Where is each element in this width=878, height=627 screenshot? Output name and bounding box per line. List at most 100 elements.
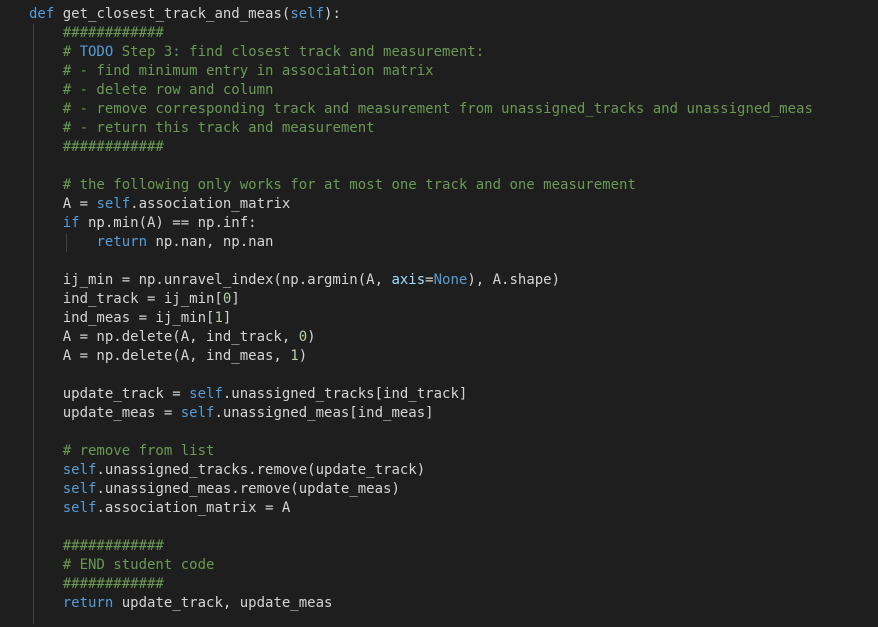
code-token: # - remove corresponding track and measu…: [62, 101, 813, 117]
code-line[interactable]: [0, 423, 878, 442]
code-line[interactable]: # - find minimum entry in association ma…: [0, 62, 878, 81]
code-token: self: [62, 462, 97, 478]
code-token: # END student code: [62, 557, 215, 573]
code-line[interactable]: A = np.delete(A, ind_meas, 1): [0, 347, 878, 366]
code-line[interactable]: [0, 518, 878, 537]
code-token: .association_matrix: [130, 196, 291, 212]
code-token: update_track =: [29, 386, 190, 402]
code-token: .unassigned_meas.remove(update_meas): [96, 481, 400, 497]
code-line[interactable]: # - delete row and column: [0, 81, 878, 100]
code-line[interactable]: # END student code: [0, 556, 878, 575]
code-token: axis: [391, 272, 426, 288]
code-line[interactable]: # TODO Step 3: find closest track and me…: [0, 43, 878, 62]
code-line[interactable]: update_track = self.unassigned_tracks[in…: [0, 385, 878, 404]
code-token: ]: [231, 291, 240, 307]
code-token: def: [29, 6, 55, 22]
code-line[interactable]: A = np.delete(A, ind_track, 0): [0, 328, 878, 347]
code-token: ): [307, 329, 316, 345]
code-token: ij_min = np.unravel_index(np.argmin(A,: [29, 272, 392, 288]
code-line[interactable]: [0, 366, 878, 385]
code-token: ]: [222, 310, 232, 326]
code-token: ind_track = ij_min[: [29, 291, 223, 307]
code-line[interactable]: update_meas = self.unassigned_meas[ind_m…: [0, 404, 878, 423]
code-token: self: [62, 500, 97, 516]
code-token: .unassigned_tracks[ind_track]: [222, 386, 468, 402]
code-line[interactable]: ind_track = ij_min[0]: [0, 290, 878, 309]
code-line[interactable]: # - remove corresponding track and measu…: [0, 100, 878, 119]
code-line[interactable]: ind_meas = ij_min[1]: [0, 309, 878, 328]
code-line[interactable]: # - return this track and measurement: [0, 119, 878, 138]
code-token: None: [433, 272, 468, 288]
code-token: return: [62, 595, 114, 611]
code-token: #: [62, 44, 80, 60]
code-line[interactable]: ############: [0, 24, 878, 43]
code-token: Step 3: find closest track and measureme…: [113, 44, 485, 60]
code-line[interactable]: [0, 157, 878, 176]
code-token: 0: [298, 329, 308, 345]
code-token: ############: [62, 25, 164, 41]
code-token: 1: [214, 310, 223, 326]
code-token: if: [62, 215, 80, 231]
code-line[interactable]: # remove from list: [0, 442, 878, 461]
code-token: # - find minimum entry in association ma…: [62, 63, 434, 79]
code-line[interactable]: if np.min(A) == np.inf:: [0, 214, 878, 233]
code-line[interactable]: ij_min = np.unravel_index(np.argmin(A, a…: [0, 271, 878, 290]
code-area[interactable]: def get_closest_track_and_meas(self): ##…: [0, 5, 878, 613]
code-line[interactable]: ############: [0, 537, 878, 556]
code-editor[interactable]: def get_closest_track_and_meas(self): ##…: [0, 0, 878, 627]
code-line[interactable]: def get_closest_track_and_meas(self):: [0, 5, 878, 24]
code-token: # - delete row and column: [62, 82, 274, 98]
code-line[interactable]: self.association_matrix = A: [0, 499, 878, 518]
code-line[interactable]: return np.nan, np.nan: [0, 233, 878, 252]
code-line[interactable]: [0, 252, 878, 271]
code-token: ), A.shape): [467, 272, 561, 288]
code-token: A =: [29, 196, 97, 212]
code-token: .unassigned_meas[ind_meas]: [214, 405, 434, 421]
code-line[interactable]: self.unassigned_tracks.remove(update_tra…: [0, 461, 878, 480]
code-token: np.nan, np.nan: [147, 234, 274, 250]
code-token: self: [189, 386, 223, 402]
code-token: self: [290, 6, 325, 22]
code-token: return: [96, 234, 148, 250]
code-token: self: [180, 405, 215, 421]
code-line[interactable]: ############: [0, 138, 878, 157]
code-token: ):: [324, 6, 341, 22]
code-token: # remove from list: [62, 443, 215, 459]
code-line[interactable]: A = self.association_matrix: [0, 195, 878, 214]
code-token: # - return this track and measurement: [62, 120, 375, 136]
code-line[interactable]: # the following only works for at most o…: [0, 176, 878, 195]
code-token: TODO: [79, 44, 114, 60]
code-token: np.min(A) == np.inf:: [79, 215, 257, 231]
code-token: update_track, update_meas: [113, 595, 333, 611]
code-token: ############: [62, 576, 164, 592]
code-token: ind_meas = ij_min[: [29, 310, 215, 326]
code-line[interactable]: return update_track, update_meas: [0, 594, 878, 613]
code-token: # the following only works for at most o…: [62, 177, 636, 193]
code-token: =: [425, 272, 434, 288]
code-token: ############: [62, 538, 164, 554]
code-line[interactable]: ############: [0, 575, 878, 594]
code-token: .association_matrix = A: [96, 500, 291, 516]
code-token: A = np.delete(A, ind_track,: [29, 329, 299, 345]
code-token: .unassigned_tracks.remove(update_track): [96, 462, 426, 478]
code-token: get_closest_track_and_meas: [62, 6, 282, 22]
code-line[interactable]: self.unassigned_meas.remove(update_meas): [0, 480, 878, 499]
